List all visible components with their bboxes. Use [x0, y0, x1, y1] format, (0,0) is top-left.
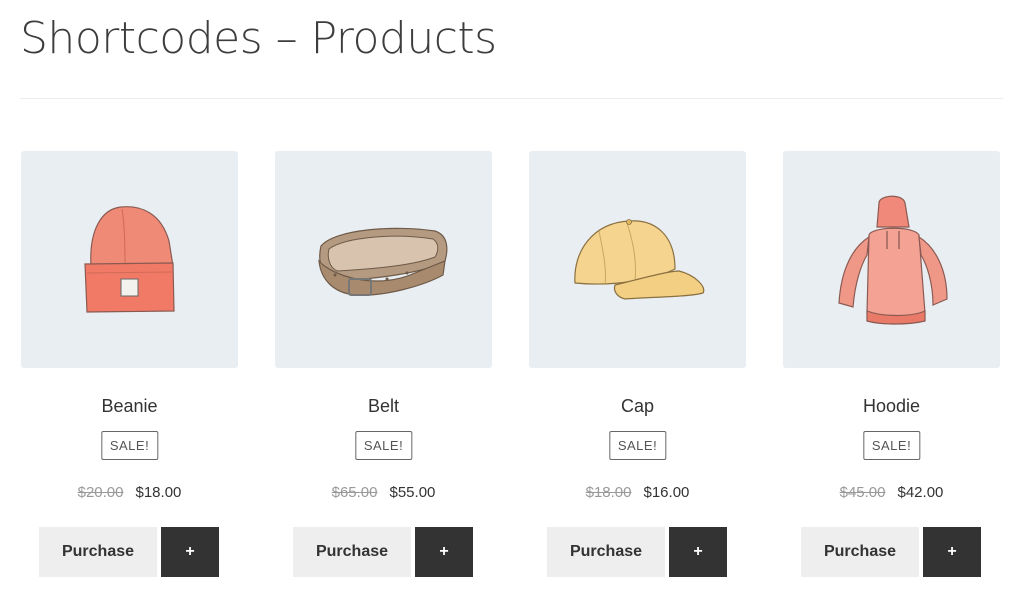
belt-image: [318, 227, 448, 296]
product-price: $45.00 $42.00: [783, 484, 1000, 501]
product-card-hoodie: Hoodie SALE! $45.00 $42.00 Purchase +: [783, 151, 1000, 581]
regular-price: $65.00: [331, 484, 378, 501]
product-image-hoodie[interactable]: [783, 151, 1000, 368]
product-image-cap[interactable]: [529, 151, 746, 368]
add-to-cart-button[interactable]: +: [923, 527, 981, 577]
product-actions: Purchase +: [547, 527, 727, 577]
product-card-beanie: Beanie SALE! $20.00 $18.00 Purchase +: [21, 151, 238, 581]
beanie-image: [84, 206, 175, 313]
hoodie-image: [838, 195, 948, 325]
sale-price: $16.00: [643, 484, 690, 501]
sale-price: $55.00: [389, 484, 436, 501]
product-card-cap: Cap SALE! $18.00 $16.00 Purchase +: [529, 151, 746, 581]
product-price: $65.00 $55.00: [275, 484, 492, 501]
product-actions: Purchase +: [39, 527, 219, 577]
sale-badge: SALE!: [354, 431, 413, 460]
product-card-belt: Belt SALE! $65.00 $55.00 Purchase +: [275, 151, 492, 581]
purchase-button[interactable]: Purchase: [293, 527, 411, 577]
product-image-belt[interactable]: [275, 151, 492, 368]
cap-image: [574, 219, 705, 300]
purchase-button[interactable]: Purchase: [801, 527, 919, 577]
product-grid: Beanie SALE! $20.00 $18.00 Purchase + Be…: [21, 151, 1001, 581]
purchase-button[interactable]: Purchase: [547, 527, 665, 577]
product-name[interactable]: Cap: [529, 396, 746, 417]
divider: [20, 98, 1003, 99]
add-to-cart-button[interactable]: +: [161, 527, 219, 577]
product-name[interactable]: Beanie: [21, 396, 238, 417]
regular-price: $18.00: [585, 484, 632, 501]
product-price: $18.00 $16.00: [529, 484, 746, 501]
regular-price: $20.00: [77, 484, 124, 501]
product-image-beanie[interactable]: [21, 151, 238, 368]
sale-badge: SALE!: [100, 431, 159, 460]
add-to-cart-button[interactable]: +: [415, 527, 473, 577]
sale-badge: SALE!: [608, 431, 667, 460]
product-actions: Purchase +: [293, 527, 473, 577]
product-name[interactable]: Belt: [275, 396, 492, 417]
add-to-cart-button[interactable]: +: [669, 527, 727, 577]
product-name[interactable]: Hoodie: [783, 396, 1000, 417]
sale-price: $42.00: [897, 484, 944, 501]
sale-price: $18.00: [135, 484, 182, 501]
page-title: Shortcodes – Products: [20, 13, 497, 64]
product-price: $20.00 $18.00: [21, 484, 238, 501]
regular-price: $45.00: [839, 484, 886, 501]
sale-badge: SALE!: [862, 431, 921, 460]
product-actions: Purchase +: [801, 527, 981, 577]
purchase-button[interactable]: Purchase: [39, 527, 157, 577]
page: Shortcodes – Products Beanie SALE! $20.0…: [0, 0, 1023, 600]
